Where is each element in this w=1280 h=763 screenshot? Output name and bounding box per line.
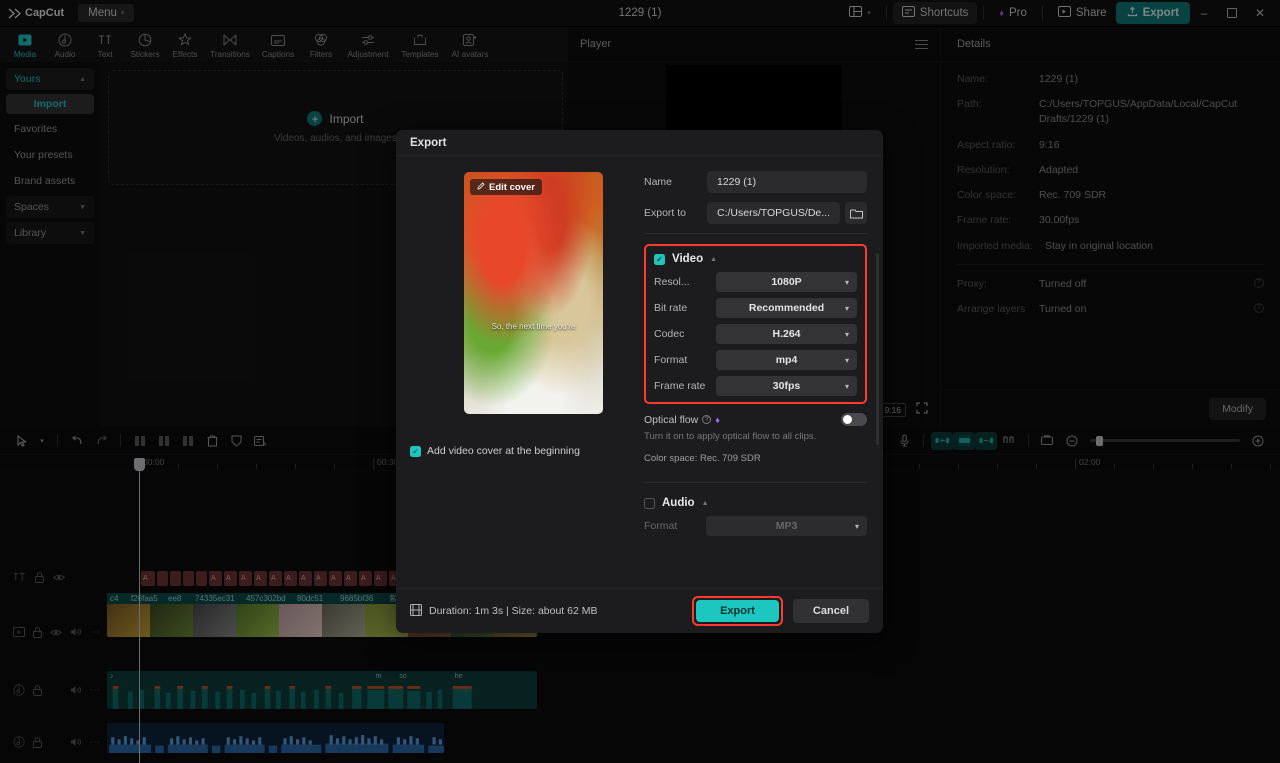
codec-value: H.264	[772, 328, 800, 340]
edit-cover-label: Edit cover	[489, 182, 535, 193]
format-row: Format mp4 ▾	[654, 350, 857, 370]
cover-caption: So, the next time you're	[464, 322, 603, 331]
cover-thumbnail[interactable]: Edit cover So, the next time you're	[464, 172, 603, 414]
framerate-select[interactable]: 30fps ▾	[716, 376, 857, 396]
info-icon[interactable]: ?	[702, 415, 711, 424]
capcut-window: CapCut Menu ▾ 1229 (1) ▾ Shortcuts	[0, 0, 1280, 763]
optical-flow-toggle[interactable]	[841, 413, 867, 426]
codec-row: Codec H.264 ▾	[654, 324, 857, 344]
checkbox-checked-icon: ✓	[410, 446, 421, 457]
audio-section-title: Audio	[662, 497, 695, 509]
export-to-row: Export to C:/Users/TOPGUS/De...	[644, 202, 867, 224]
audio-format-row: Format MP3 ▾	[644, 516, 867, 536]
codec-select[interactable]: H.264 ▾	[716, 324, 857, 344]
divider	[644, 233, 867, 234]
pencil-icon	[477, 182, 485, 193]
format-select[interactable]: mp4 ▾	[716, 350, 857, 370]
chevron-down-icon: ▾	[855, 522, 859, 531]
audio-format-value: MP3	[776, 520, 798, 532]
cover-column: Edit cover So, the next time you're ✓ Ad…	[396, 157, 644, 588]
export-confirm-button[interactable]: Export	[696, 600, 779, 622]
cancel-button[interactable]: Cancel	[793, 599, 869, 623]
video-checkbox[interactable]: ✓	[654, 254, 665, 265]
video-section-title: Video	[672, 253, 703, 265]
export-dialog-body: Edit cover So, the next time you're ✓ Ad…	[396, 157, 883, 588]
format-label: Format	[654, 354, 716, 366]
chevron-down-icon: ▾	[845, 382, 849, 391]
chevron-down-icon: ▾	[845, 356, 849, 365]
folder-icon[interactable]	[845, 202, 867, 224]
video-section-header[interactable]: ✓ Video ▲	[654, 253, 857, 265]
gem-icon: ♦	[715, 415, 720, 425]
chevron-down-icon: ▾	[845, 304, 849, 313]
chevron-up-icon[interactable]: ▲	[710, 256, 717, 263]
export-to-label: Export to	[644, 207, 707, 219]
audio-format-select[interactable]: MP3 ▾	[706, 516, 867, 536]
resolution-row: Resol... 1080P ▾	[654, 272, 857, 292]
divider	[644, 482, 867, 483]
framerate-label: Frame rate	[654, 380, 716, 392]
export-dialog-title: Export	[396, 130, 883, 156]
framerate-value: 30fps	[773, 380, 800, 392]
chevron-up-icon[interactable]: ▲	[702, 500, 709, 507]
footer-buttons: Export Cancel	[692, 596, 869, 626]
export-form: Name 1229 (1) Export to C:/Users/TOPGUS/…	[644, 157, 883, 588]
name-input[interactable]: 1229 (1)	[707, 171, 867, 193]
save-icon	[410, 604, 422, 619]
name-label: Name	[644, 176, 707, 188]
resolution-value: 1080P	[771, 276, 801, 288]
framerate-row: Frame rate 30fps ▾	[654, 376, 857, 396]
export-to-input[interactable]: C:/Users/TOPGUS/De...	[707, 202, 840, 224]
add-video-cover-checkbox[interactable]: ✓ Add video cover at the beginning	[410, 445, 580, 457]
format-value: mp4	[776, 354, 798, 366]
add-video-cover-label: Add video cover at the beginning	[427, 445, 580, 457]
bitrate-label: Bit rate	[654, 302, 716, 314]
video-settings-section: ✓ Video ▲ Resol... 1080P ▾ Bit rate	[644, 244, 867, 404]
duration-info: Duration: 1m 3s | Size: about 62 MB	[410, 604, 597, 619]
audio-section-header[interactable]: Audio ▲	[644, 497, 867, 509]
audio-checkbox[interactable]	[644, 498, 655, 509]
edit-cover-button[interactable]: Edit cover	[470, 179, 542, 195]
codec-label: Codec	[654, 328, 716, 340]
export-button-highlight: Export	[692, 596, 783, 626]
duration-text: Duration: 1m 3s | Size: about 62 MB	[429, 605, 597, 617]
color-space-text: Color space: Rec. 709 SDR	[644, 453, 867, 464]
bitrate-row: Bit rate Recommended ▾	[654, 298, 857, 318]
bitrate-value: Recommended	[749, 302, 824, 314]
export-dialog: Export Edit cover So, the next time you'…	[396, 130, 883, 633]
optical-flow-label-group: Optical flow ? ♦	[644, 414, 720, 426]
name-row: Name 1229 (1)	[644, 171, 867, 193]
resolution-label: Resol...	[654, 276, 716, 288]
resolution-select[interactable]: 1080P ▾	[716, 272, 857, 292]
optical-flow-row: Optical flow ? ♦	[644, 413, 867, 426]
export-dialog-footer: Duration: 1m 3s | Size: about 62 MB Expo…	[396, 588, 883, 633]
audio-format-label: Format	[644, 520, 706, 532]
bitrate-select[interactable]: Recommended ▾	[716, 298, 857, 318]
chevron-down-icon: ▾	[845, 278, 849, 287]
chevron-down-icon: ▾	[845, 330, 849, 339]
dialog-scrollbar[interactable]	[876, 253, 879, 445]
optical-flow-hint: Turn it on to apply optical flow to all …	[644, 431, 867, 442]
optical-flow-label: Optical flow	[644, 414, 698, 426]
